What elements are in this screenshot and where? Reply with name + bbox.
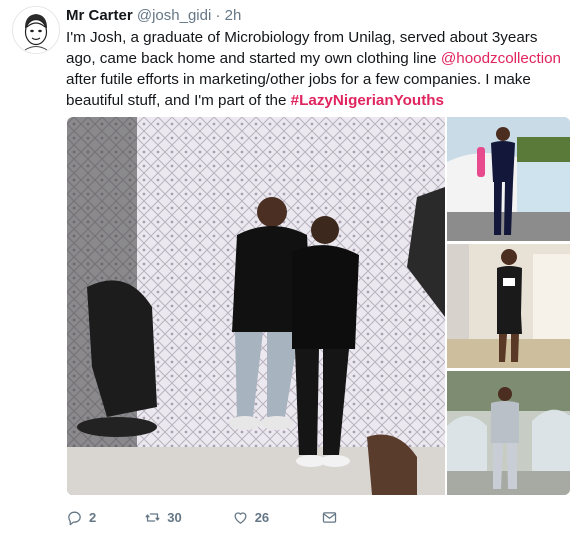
author-name[interactable]: Mr Carter (66, 7, 133, 24)
retweet-button[interactable]: 30 (144, 509, 182, 526)
tweet[interactable]: Mr Carter @josh_gidi · 2h I'm Josh, a gr… (0, 0, 577, 534)
retweet-icon (145, 512, 160, 522)
like-button[interactable]: 26 (232, 509, 269, 526)
tweet-header: Mr Carter @josh_gidi · 2h (66, 6, 241, 26)
heart-icon (234, 511, 247, 524)
photo-thumb-3[interactable] (447, 371, 570, 495)
separator-dot: · (215, 7, 221, 24)
mention-link[interactable]: @hoodzcollection (441, 50, 561, 67)
hashtag-link[interactable]: #LazyNigerianYouths (291, 92, 444, 109)
photo-thumb-2[interactable] (447, 244, 570, 368)
reply-button[interactable]: 2 (66, 509, 96, 526)
tweet-text: I'm Josh, a graduate of Microbiology fro… (66, 27, 566, 111)
direct-message-button[interactable] (321, 509, 344, 526)
like-count: 26 (254, 509, 270, 525)
cartoon-face-avatar (13, 7, 59, 53)
photo-main[interactable] (67, 117, 445, 495)
reply-count: 2 (89, 509, 97, 525)
direct-message-icon (323, 511, 337, 523)
retweet-count: 30 (167, 509, 182, 525)
avatar[interactable] (12, 6, 60, 54)
media-grid (67, 117, 570, 495)
timestamp[interactable]: 2h (225, 7, 242, 24)
photo-thumb-1[interactable] (447, 117, 570, 241)
tweet-actions: 2 30 26 (66, 507, 374, 527)
author-handle[interactable]: @josh_gidi (137, 7, 211, 24)
reply-icon (68, 511, 81, 525)
